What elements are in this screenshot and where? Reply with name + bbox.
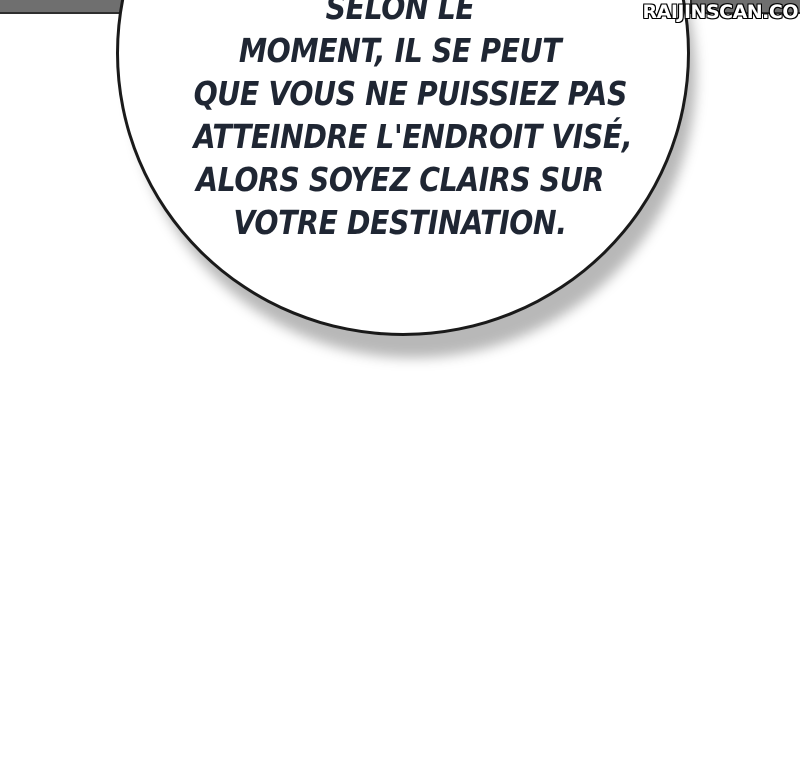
bubble-line-3: QUE VOUS NE PUISSIEZ PAS [193, 74, 628, 113]
bubble-line-6: VOTRE DESTINATION. [233, 203, 567, 242]
comic-page: SELON LE MOMENT, IL SE PEUT QUE VOUS NE … [0, 0, 800, 773]
top-panel-edge-left [0, 0, 130, 14]
bubble-line-4: ATTEINDRE L'ENDROIT VISÉ, [193, 117, 633, 156]
bubble-line-1: SELON LE [325, 0, 475, 27]
speech-bubble-text: SELON LE MOMENT, IL SE PEUT QUE VOUS NE … [193, 0, 633, 244]
bubble-line-2: MOMENT, IL SE PEUT [238, 31, 562, 70]
watermark: RAIJINSCAN.CO [642, 1, 799, 23]
bubble-line-5: ALORS SOYEZ CLAIRS SUR [196, 160, 604, 199]
